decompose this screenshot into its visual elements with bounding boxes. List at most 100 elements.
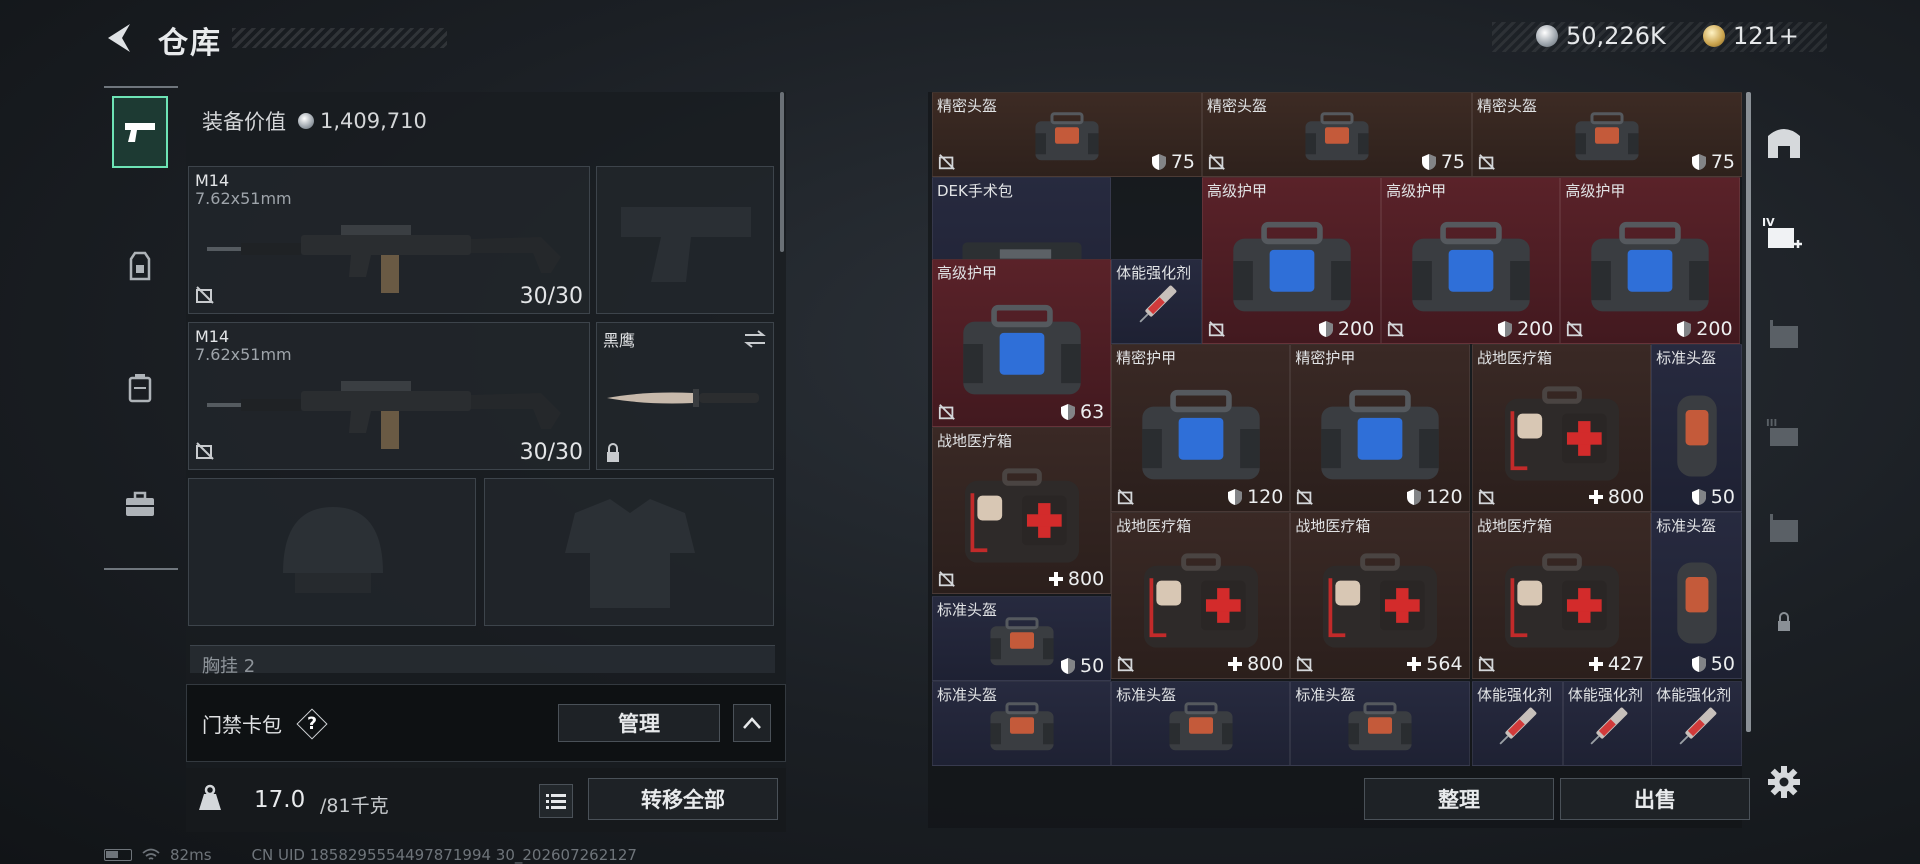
- help-icon[interactable]: ?: [298, 710, 326, 738]
- item-name: 战地医疗箱: [1477, 516, 1553, 535]
- storage-item[interactable]: 精密头盔 75: [1202, 92, 1472, 177]
- silver-currency[interactable]: 50,226K: [1536, 22, 1666, 50]
- medkit-icon: [1504, 386, 1619, 481]
- no-trade-icon: [1297, 656, 1314, 672]
- no-trade-icon: [196, 442, 214, 460]
- storage-item[interactable]: 高级护甲 63: [932, 259, 1112, 427]
- tab-weapons[interactable]: [112, 96, 168, 168]
- storage-item[interactable]: 体能强化剂: [1111, 259, 1202, 345]
- no-trade-icon: [1118, 656, 1135, 672]
- equipment-scrollbar[interactable]: [780, 92, 784, 252]
- shield-icon: [1407, 488, 1422, 505]
- storage-item[interactable]: 战地医疗箱 800: [1111, 511, 1291, 679]
- shield-icon: [1228, 488, 1243, 505]
- silver-coin-icon: [1536, 25, 1558, 47]
- syringe-icon: [1499, 707, 1537, 745]
- helmet-slot[interactable]: [188, 478, 476, 626]
- no-trade-icon: [1118, 488, 1135, 505]
- primary-weapon-slot[interactable]: M14 7.62x51mm 30/30: [188, 166, 590, 314]
- item-image: [1500, 553, 1624, 657]
- storage-item[interactable]: 战地医疗箱 800: [1472, 344, 1652, 512]
- back-icon[interactable]: [100, 18, 140, 58]
- chest-rig-row[interactable]: [190, 645, 775, 673]
- storage-grid: 精密头盔 75精密头盔 75精密头盔 75DEK手术包 7/7高级护甲 200高…: [932, 92, 1742, 766]
- tab-storage-5[interactable]: [1760, 504, 1808, 552]
- storage-item[interactable]: 标准头盔 50: [1651, 344, 1742, 512]
- storage-item[interactable]: 精密护甲 120: [1290, 344, 1470, 512]
- storage-iii-icon: III: [1766, 418, 1798, 446]
- gear-icon: [1768, 766, 1800, 798]
- manage-button[interactable]: 管理: [558, 704, 720, 742]
- item-durability: 200: [1318, 318, 1374, 340]
- tab-storage-2[interactable]: [1760, 310, 1808, 358]
- storage-item[interactable]: 高级护甲 200: [1560, 176, 1740, 345]
- shield-icon: [1677, 321, 1692, 338]
- storage-item[interactable]: 体能强化剂: [1562, 681, 1654, 766]
- item-name: 标准头盔: [1656, 516, 1717, 535]
- collapse-button[interactable]: [733, 704, 771, 742]
- storage-item[interactable]: 体能强化剂: [1651, 681, 1742, 766]
- weapon-name: M14: [195, 327, 230, 346]
- transfer-all-button[interactable]: 转移全部: [588, 778, 778, 820]
- pistol-slot[interactable]: [596, 166, 774, 314]
- item-value: 120: [1426, 485, 1463, 508]
- storage-item[interactable]: 精密护甲 120: [1111, 344, 1291, 512]
- item-name: 战地医疗箱: [1116, 516, 1192, 535]
- item-image: [1582, 699, 1634, 758]
- item-image: [1131, 384, 1271, 492]
- item-name: 精密护甲: [1295, 349, 1356, 368]
- no-trade-icon: [938, 403, 955, 420]
- no-trade-icon: [1388, 321, 1405, 337]
- tab-storage-main[interactable]: [1760, 118, 1808, 166]
- equipment-value: 装备价值 1,409,710: [202, 106, 427, 136]
- settings-button[interactable]: [1762, 760, 1806, 804]
- item-value: 800: [1247, 652, 1284, 675]
- storage-item[interactable]: 精密头盔 75: [1472, 92, 1742, 177]
- gold-currency[interactable]: 121+: [1703, 22, 1799, 50]
- sell-button[interactable]: 出售: [1560, 778, 1750, 820]
- pistol-icon: [125, 123, 155, 142]
- wifi-icon: [142, 848, 160, 860]
- swap-icon[interactable]: [743, 329, 767, 349]
- help-glyph: ?: [307, 714, 317, 734]
- item-name: 高级护甲: [1207, 181, 1268, 200]
- tab-storage-4[interactable]: IV: [1760, 210, 1808, 258]
- medkit-icon: [1143, 553, 1258, 648]
- storage-item[interactable]: 精密头盔 75: [932, 92, 1202, 177]
- storage-item[interactable]: 标准头盔: [932, 681, 1112, 766]
- list-view-button[interactable]: [539, 784, 573, 818]
- item-name: 战地医疗箱: [937, 431, 1013, 450]
- tab-case[interactable]: [112, 468, 168, 540]
- item-name: 精密头盔: [937, 97, 998, 115]
- weight-current: 17.0: [254, 787, 306, 813]
- no-trade-icon: [1208, 321, 1225, 337]
- item-image: [1500, 386, 1624, 490]
- storage-item[interactable]: 战地医疗箱 427: [1472, 511, 1652, 679]
- storage-item[interactable]: 高级护甲 200: [1202, 176, 1382, 345]
- item-image: [1262, 111, 1412, 168]
- melee-slot[interactable]: 黑鹰: [596, 322, 774, 470]
- item-durability: 75: [1151, 151, 1195, 173]
- storage-item[interactable]: 标准头盔: [1111, 681, 1291, 766]
- battery-icon: [104, 849, 132, 861]
- storage-item[interactable]: 标准头盔 50: [1651, 511, 1742, 679]
- item-value: 200: [1696, 318, 1733, 341]
- item-durability: 75: [1691, 151, 1735, 173]
- sort-button[interactable]: 整理: [1364, 778, 1554, 820]
- item-name: 战地医疗箱: [1295, 516, 1371, 535]
- storage-item[interactable]: 体能强化剂: [1472, 681, 1563, 766]
- item-durability: 63: [1060, 401, 1104, 423]
- armor-slot[interactable]: [484, 478, 774, 626]
- storage-item[interactable]: 战地医疗箱 800: [932, 426, 1112, 595]
- secondary-weapon-slot[interactable]: M14 7.62x51mm 30/30: [188, 322, 590, 470]
- storage-item[interactable]: 高级护甲 200: [1381, 176, 1561, 345]
- tab-storage-locked[interactable]: [1760, 598, 1808, 646]
- tab-storage-3[interactable]: III: [1760, 408, 1808, 456]
- storage-item[interactable]: 标准头盔 50: [932, 596, 1112, 682]
- storage-item[interactable]: 标准头盔: [1290, 681, 1470, 766]
- storage-scrollbar[interactable]: [1746, 92, 1751, 732]
- tab-backpack[interactable]: [112, 352, 168, 424]
- tab-rig[interactable]: [112, 230, 168, 302]
- no-trade-icon: [1567, 321, 1584, 337]
- storage-item[interactable]: 战地医疗箱 564: [1290, 511, 1470, 679]
